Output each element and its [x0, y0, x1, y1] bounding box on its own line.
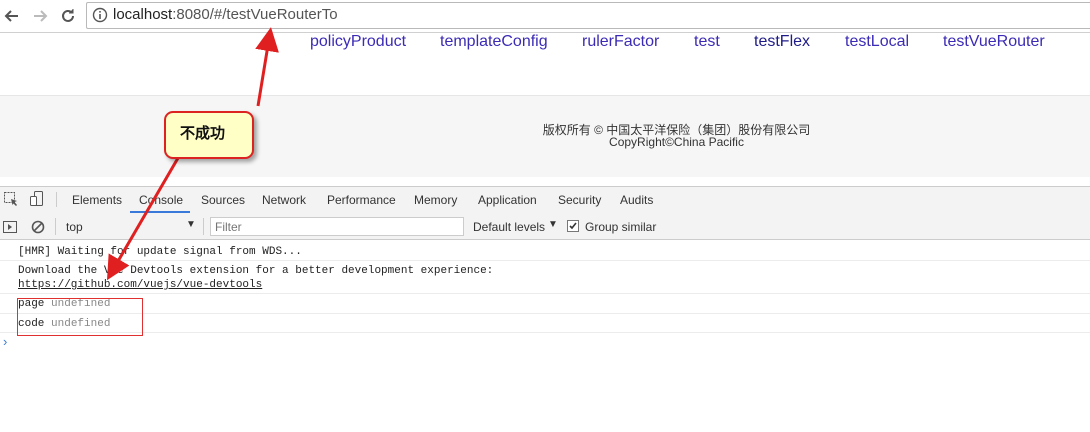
arrow-to-log: [106, 157, 180, 281]
callout-text: 不成功: [180, 125, 226, 142]
arrow-to-url: [255, 27, 279, 107]
callout-bubble: 不成功: [164, 111, 254, 159]
annotation-arrows: [106, 27, 279, 281]
